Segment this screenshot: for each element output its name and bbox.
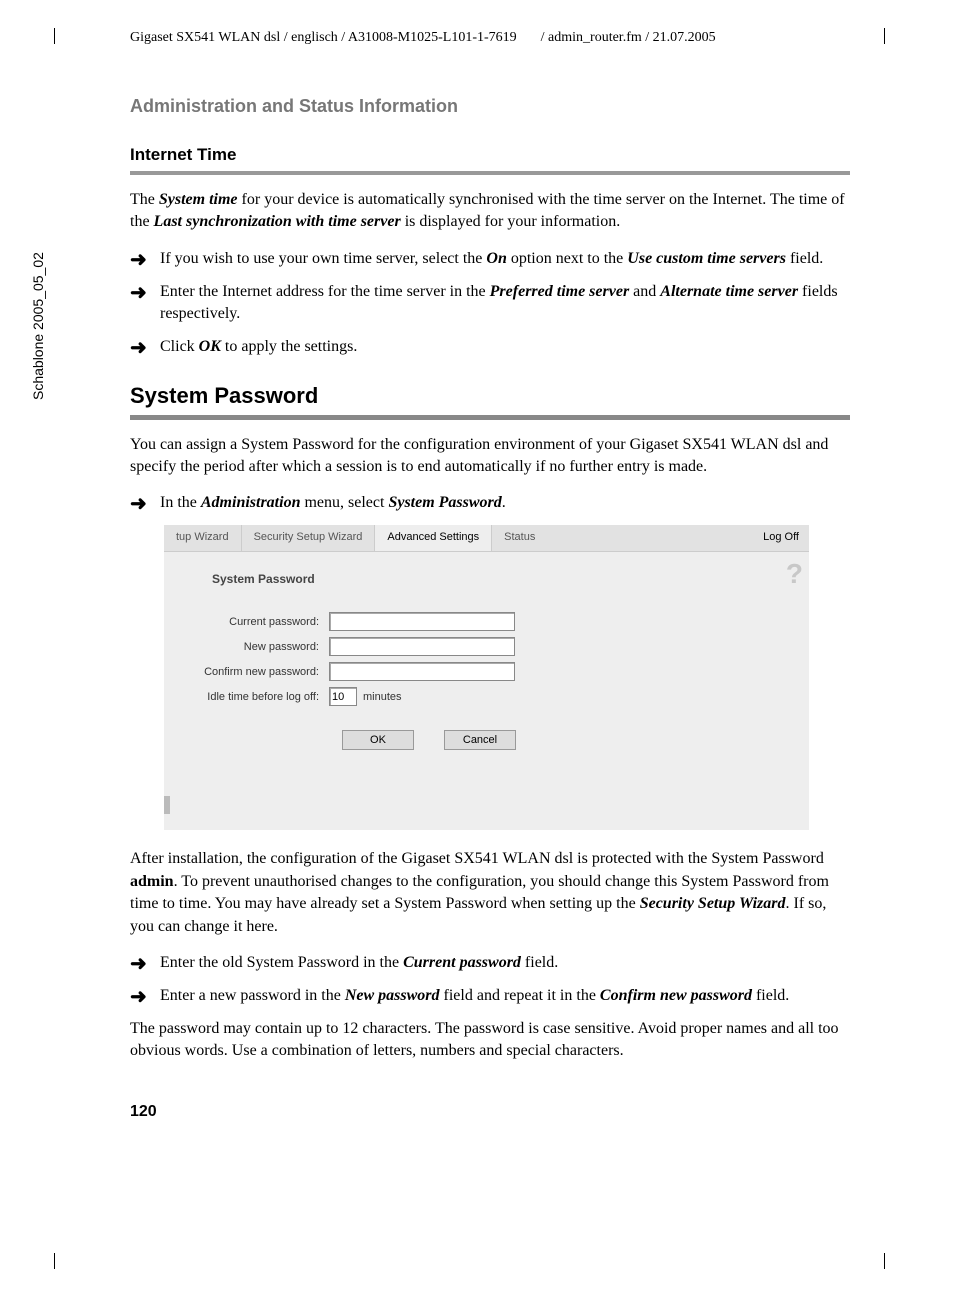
paragraph: After installation, the configuration of… — [130, 848, 850, 938]
label-current-password: Current password: — [164, 616, 329, 628]
page-header: Gigaset SX541 WLAN dsl / englisch / A310… — [130, 30, 850, 46]
tab-security-setup-wizard[interactable]: Security Setup Wizard — [242, 525, 376, 551]
logoff-link[interactable]: Log Off — [753, 525, 809, 551]
system-password-screenshot: tup Wizard Security Setup Wizard Advance… — [164, 525, 809, 830]
crop-mark — [884, 28, 885, 44]
rule — [130, 171, 850, 175]
tab-bar: tup Wizard Security Setup Wizard Advance… — [164, 525, 809, 552]
heading-system-password: System Password — [130, 383, 850, 409]
header-right: / admin_router.fm / 21.07.2005 — [541, 30, 716, 46]
tab-advanced-settings[interactable]: Advanced Settings — [375, 525, 492, 551]
arrow-icon: ➜ — [130, 248, 160, 271]
paragraph: You can assign a System Password for the… — [130, 434, 850, 479]
side-template-label: Schablone 2005_05_02 — [30, 252, 46, 400]
crop-mark — [54, 1253, 55, 1269]
new-password-input[interactable] — [329, 637, 515, 656]
crop-mark — [884, 1253, 885, 1269]
confirm-password-input[interactable] — [329, 662, 515, 681]
side-handle-icon — [164, 796, 170, 814]
idle-time-unit: minutes — [363, 691, 402, 703]
arrow-icon: ➜ — [130, 281, 160, 304]
bullet-item: ➜ Click OK to apply the settings. — [130, 336, 850, 359]
section-heading: Administration and Status Information — [130, 96, 850, 117]
ok-button[interactable]: OK — [342, 730, 414, 750]
rule — [130, 415, 850, 420]
paragraph: The password may contain up to 12 charac… — [130, 1018, 850, 1063]
arrow-icon: ➜ — [130, 985, 160, 1008]
crop-mark — [54, 28, 55, 44]
help-icon[interactable]: ? — [786, 560, 803, 588]
bullet-item: ➜ Enter a new password in the New passwo… — [130, 985, 850, 1008]
panel-title: System Password — [212, 572, 809, 586]
paragraph: The System time for your device is autom… — [130, 189, 850, 234]
arrow-icon: ➜ — [130, 952, 160, 975]
header-left: Gigaset SX541 WLAN dsl / englisch / A310… — [130, 30, 517, 46]
bullet-item: ➜ In the Administration menu, select Sys… — [130, 492, 850, 515]
tab-setup-wizard[interactable]: tup Wizard — [164, 525, 242, 551]
arrow-icon: ➜ — [130, 336, 160, 359]
bullet-item: ➜ Enter the old System Password in the C… — [130, 952, 850, 975]
bullet-item: ➜ If you wish to use your own time serve… — [130, 248, 850, 271]
label-idle-time: Idle time before log off: — [164, 691, 329, 703]
page-number: 120 — [130, 1103, 850, 1121]
cancel-button[interactable]: Cancel — [444, 730, 516, 750]
subheading-internet-time: Internet Time — [130, 145, 850, 165]
idle-time-input[interactable] — [329, 687, 357, 706]
arrow-icon: ➜ — [130, 492, 160, 515]
label-new-password: New password: — [164, 641, 329, 653]
tab-status[interactable]: Status — [492, 525, 547, 551]
bullet-item: ➜ Enter the Internet address for the tim… — [130, 281, 850, 326]
label-confirm-password: Confirm new password: — [164, 666, 329, 678]
current-password-input[interactable] — [329, 612, 515, 631]
